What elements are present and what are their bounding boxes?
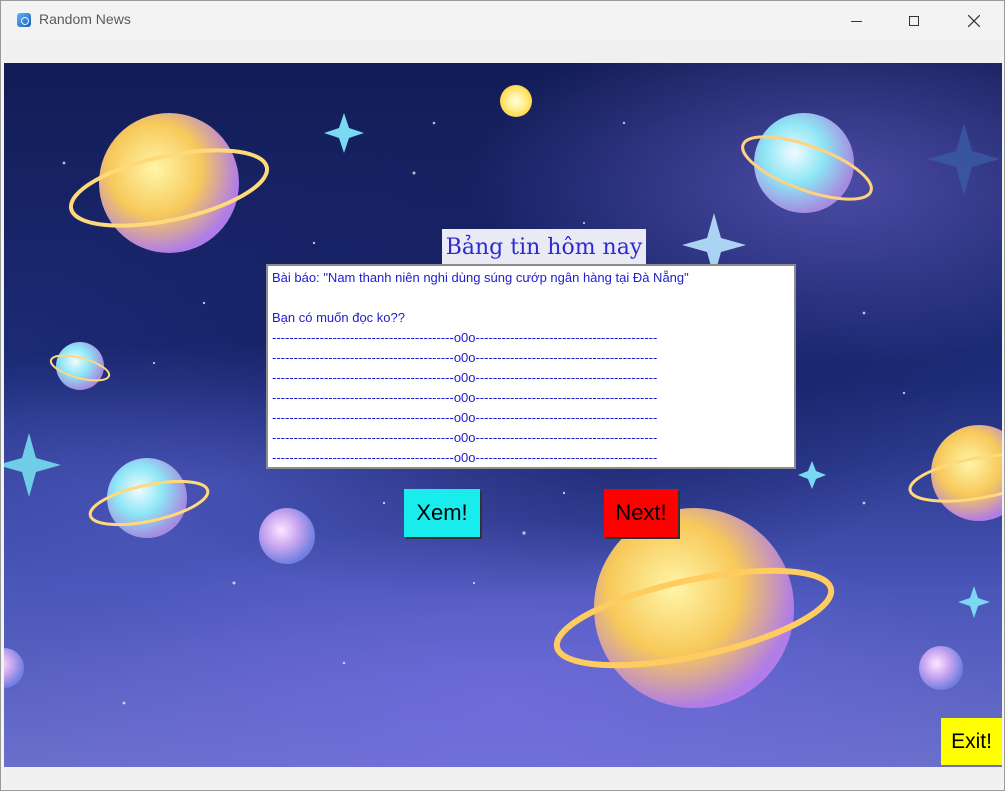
news-title-line: Bài báo: "Nam thanh niên nghi dùng súng … bbox=[272, 270, 689, 285]
separator-line: ----------------------------------------… bbox=[272, 370, 658, 385]
news-blank-line: ​ bbox=[272, 288, 794, 308]
minimize-button[interactable] bbox=[827, 1, 885, 41]
separator-line: ----------------------------------------… bbox=[272, 410, 658, 425]
news-question-line: Bạn có muốn đọc ko?? bbox=[272, 310, 405, 325]
app-icon bbox=[17, 13, 31, 27]
view-button[interactable]: Xem! bbox=[404, 489, 480, 537]
maximize-icon bbox=[909, 16, 919, 26]
separator-line: ----------------------------------------… bbox=[272, 390, 658, 405]
top-strip bbox=[4, 41, 1001, 63]
separator-line: ----------------------------------------… bbox=[272, 330, 658, 345]
next-button[interactable]: Next! bbox=[604, 489, 678, 537]
close-icon bbox=[968, 15, 980, 27]
separator-line: ----------------------------------------… bbox=[272, 430, 658, 445]
separator-line: ----------------------------------------… bbox=[272, 350, 658, 365]
maximize-button[interactable] bbox=[885, 1, 943, 41]
space-background: Bảng tin hôm nay Bài báo: "Nam thanh niê… bbox=[4, 63, 1002, 767]
app-window: Random News Bảng tin hôm nay Bài báo: "N… bbox=[0, 0, 1005, 791]
minimize-icon bbox=[850, 20, 862, 22]
exit-button[interactable]: Exit! bbox=[941, 718, 1002, 765]
separator-line: ----------------------------------------… bbox=[272, 450, 658, 465]
close-button[interactable] bbox=[945, 1, 1003, 41]
news-heading: Bảng tin hôm nay bbox=[442, 229, 646, 265]
news-textbox[interactable]: Bài báo: "Nam thanh niên nghi dùng súng … bbox=[266, 264, 796, 469]
title-bar[interactable]: Random News bbox=[1, 1, 1004, 41]
bottom-strip bbox=[4, 767, 1001, 789]
window-title: Random News bbox=[39, 11, 131, 27]
